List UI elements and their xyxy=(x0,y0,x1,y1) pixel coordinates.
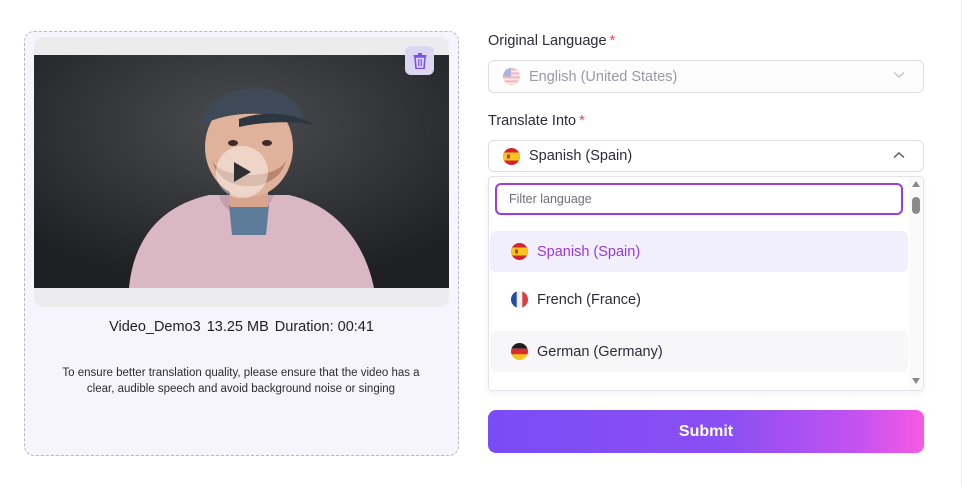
play-button[interactable] xyxy=(216,146,268,198)
language-option-label: Spanish (Spain) xyxy=(537,243,641,260)
france-flag-icon xyxy=(511,291,528,308)
translate-into-label-text: Translate Into xyxy=(488,113,577,129)
video-preview-card xyxy=(34,37,449,307)
chevron-down-icon xyxy=(893,71,905,78)
language-option-german[interactable]: German (Germany) xyxy=(490,331,908,372)
translate-into-value: Spanish (Spain) xyxy=(529,148,633,164)
scroll-up-arrow-icon[interactable] xyxy=(912,181,920,187)
video-file-size: 13.25 MB xyxy=(206,319,269,335)
language-option-spanish[interactable]: Spanish (Spain) xyxy=(490,231,908,272)
spain-flag-icon xyxy=(511,243,528,260)
video-file-name: Video_Demo3 xyxy=(109,319,201,335)
required-asterisk: * xyxy=(579,113,585,129)
delete-video-button[interactable] xyxy=(405,46,434,75)
required-asterisk: * xyxy=(609,33,616,49)
scrollbar-thumb[interactable] xyxy=(912,197,920,214)
original-language-label: Original Language * xyxy=(488,33,615,49)
scroll-down-arrow-icon[interactable] xyxy=(912,378,920,384)
language-option-french[interactable]: French (France) xyxy=(490,279,908,320)
quality-hint-text: To ensure better translation quality, pl… xyxy=(62,367,420,395)
spain-flag-icon xyxy=(503,147,520,165)
original-language-label-text: Original Language xyxy=(488,33,607,49)
language-dropdown: Spanish (Spain) French (France) German (… xyxy=(488,176,924,391)
trash-icon xyxy=(413,52,426,69)
original-language-value: English (United States) xyxy=(529,68,678,85)
filter-language-input[interactable] xyxy=(495,183,903,215)
submit-button[interactable]: Submit xyxy=(488,410,924,453)
video-info: Video_Demo3 13.25 MB Duration: 00:41 xyxy=(25,319,458,335)
translate-into-select[interactable]: Spanish (Spain) xyxy=(488,140,924,172)
video-upload-panel: Video_Demo3 13.25 MB Duration: 00:41 To en… xyxy=(24,31,459,456)
video-duration: Duration: 00:41 xyxy=(274,319,374,335)
language-option-label: French (France) xyxy=(537,291,641,308)
germany-flag-icon xyxy=(511,343,528,360)
translate-into-label: Translate Into * xyxy=(488,113,585,129)
video-thumbnail[interactable] xyxy=(34,55,449,288)
play-icon xyxy=(234,162,251,182)
original-language-select[interactable]: English (United States) xyxy=(488,60,924,93)
us-flag-icon xyxy=(503,68,520,85)
language-option-label: German (Germany) xyxy=(537,343,663,360)
dropdown-scrollbar[interactable] xyxy=(909,177,923,390)
chevron-up-icon xyxy=(893,152,905,159)
